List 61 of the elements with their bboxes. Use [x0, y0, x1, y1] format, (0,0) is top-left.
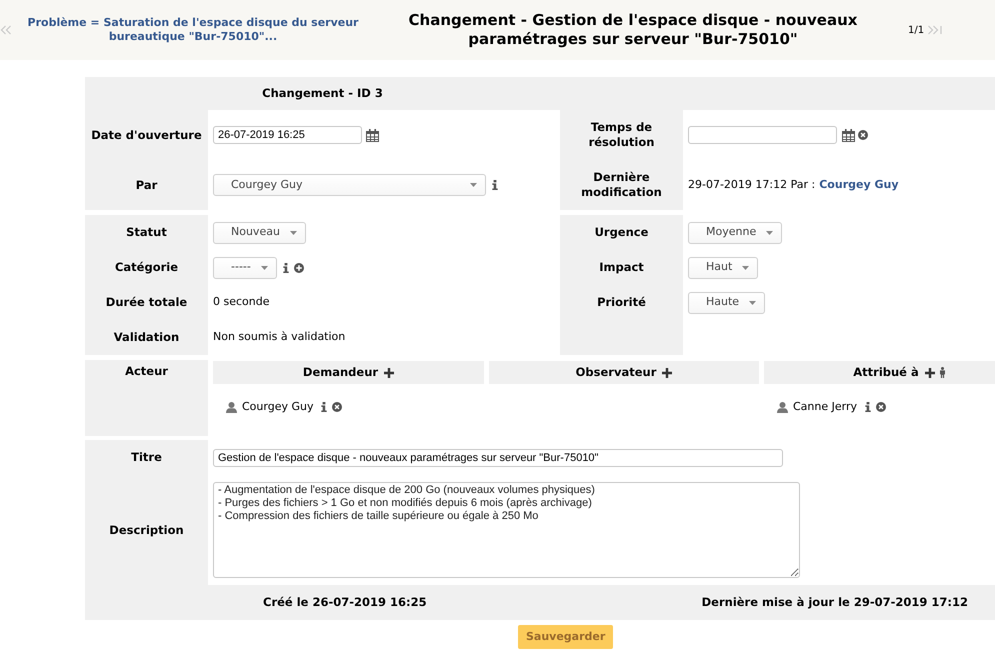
person-icon[interactable] [938, 367, 946, 378]
plus-icon[interactable] [924, 368, 935, 378]
title-field[interactable]: Gestion de l'espace disque - nouveaux paramétrages sur serveur "Bur-75010" [213, 448, 783, 466]
created-date: Créé le 26-07-2019 16:25 [263, 595, 427, 610]
field-label: Statut [126, 225, 167, 240]
info-icon[interactable] [321, 402, 328, 412]
updated-date: Dernière mise à jour le 29-07-2019 17:12 [702, 595, 968, 610]
user-icon [777, 402, 788, 413]
dropdown-select[interactable]: Nouveau [213, 222, 306, 244]
caret-icon [742, 266, 750, 270]
field-label: Dernière modification [580, 170, 663, 200]
plus-icon[interactable] [384, 368, 394, 378]
actor-name: Canne Jerry [793, 400, 858, 414]
column-title: Observateur [576, 365, 656, 380]
caret-icon [470, 183, 477, 187]
clear-icon[interactable] [858, 130, 868, 140]
field-label: Titre [131, 450, 162, 465]
user-link[interactable]: Courgey Guy [819, 178, 898, 192]
plus-icon[interactable] [662, 368, 672, 378]
date-field[interactable]: 26-07-2019 16:25 [213, 126, 362, 144]
info-icon[interactable] [282, 262, 289, 272]
date-field[interactable] [688, 126, 837, 144]
form-heading: Changement - ID 3 [262, 86, 383, 101]
parent-problem-link[interactable]: Problème = Saturation de l'espace disque du serveur bureautique "Bur-75010"... [13, 16, 373, 44]
calendar-icon[interactable] [366, 128, 379, 142]
field-label: Acteur [125, 364, 168, 379]
dropdown-select[interactable]: ----- [213, 256, 277, 278]
caret-icon [260, 266, 268, 270]
field-label: Urgence [594, 225, 648, 240]
dropdown-select[interactable]: Moyenne [688, 222, 782, 244]
actor-name: Courgey Guy [242, 400, 314, 414]
field-value: 0 seconde [213, 295, 270, 310]
info-icon[interactable] [865, 402, 872, 412]
field-label: Description [109, 522, 184, 538]
caret-icon [749, 300, 756, 304]
caret-icon [766, 230, 774, 234]
description-field[interactable]: - Augmentation de l'espace disque de 200 Go (nouveaux volumes physiques) - Purges des fichiers > 1 Go et non modifiés depuis 6 mois (après archivage) - Compression des fichiers de taille supérieure ou égale à 250 Mo [213, 482, 800, 578]
page-title: Changement - Gestion de l'espace disque - nouveaux paramétrages sur serveur "Bur-75010" [408, 11, 858, 49]
info-icon[interactable] [492, 180, 498, 190]
dropdown-select[interactable]: Courgey Guy [213, 174, 486, 196]
field-label: Durée totale [106, 295, 188, 310]
pager-count: 1/1 [908, 24, 924, 36]
field-label: Validation [114, 330, 180, 345]
field-label: Priorité [597, 295, 646, 310]
column-title: Attribué à [853, 365, 919, 380]
dropdown-select[interactable]: Haut [688, 256, 758, 278]
field-value: Non soumis à validation [213, 330, 346, 345]
delete-icon[interactable] [332, 402, 342, 412]
field-label: Par [136, 178, 158, 192]
add-icon[interactable] [294, 262, 304, 272]
column-title: Demandeur [302, 365, 378, 380]
field-label: Date d'ouverture [91, 128, 202, 142]
dropdown-select[interactable]: Haute [688, 292, 766, 314]
calendar-icon[interactable] [842, 128, 855, 142]
field-label: Catégorie [114, 260, 178, 275]
caret-icon [290, 230, 297, 234]
field-label: Impact [599, 260, 644, 275]
delete-icon[interactable] [876, 402, 886, 412]
user-icon [226, 402, 237, 413]
field-label: Temps de résolution [588, 120, 656, 150]
modification-date: 29-07-2019 17:12 Par : [688, 178, 816, 192]
